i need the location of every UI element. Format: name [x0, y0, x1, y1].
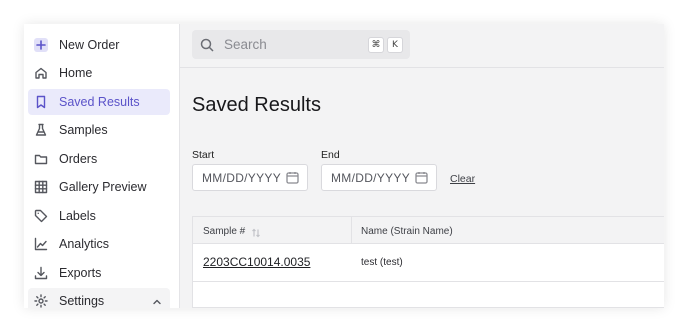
shortcut-k-key: K: [387, 37, 403, 53]
sidebar-item-exports[interactable]: Exports: [28, 260, 170, 286]
home-icon: [34, 66, 48, 80]
sidebar-item-label: Saved Results: [59, 95, 140, 109]
main-content: ⌘ K Saved Results Start End Clear Sample…: [180, 24, 664, 308]
grid-icon: [34, 180, 48, 194]
end-date-input[interactable]: [329, 169, 415, 186]
table-header: Sample # Name (Strain Name): [193, 217, 664, 244]
end-date-label: End: [321, 149, 340, 161]
sidebar-item-orders[interactable]: Orders: [28, 146, 170, 172]
folder-icon: [34, 152, 48, 166]
bookmark-icon: [34, 95, 48, 109]
sidebar-item-label: Exports: [59, 266, 102, 280]
calendar-icon[interactable]: [415, 171, 428, 184]
sidebar-item-label: Settings: [59, 294, 105, 308]
sidebar: New Order Home Saved Results Samples Ord…: [24, 24, 180, 308]
sidebar-item-labels[interactable]: Labels: [28, 203, 170, 229]
sidebar-item-label: Samples: [59, 123, 108, 137]
sidebar-item-label: Analytics: [59, 237, 110, 251]
table-row[interactable]: 2203CC10014.0035 test (test): [193, 244, 664, 282]
top-bar: ⌘ K: [180, 24, 664, 68]
sidebar-item-samples[interactable]: Samples: [28, 117, 170, 143]
download-icon: [34, 266, 48, 280]
tag-icon: [34, 209, 48, 223]
sidebar-item-home[interactable]: Home: [28, 60, 170, 86]
sidebar-item-new-order[interactable]: New Order: [28, 32, 170, 58]
sidebar-item-label: New Order: [59, 38, 120, 52]
page-title: Saved Results: [192, 94, 321, 116]
chart-icon: [34, 237, 48, 251]
sample-id-link[interactable]: 2203CC10014.0035: [203, 255, 310, 269]
results-table: Sample # Name (Strain Name) 2203CC10014.…: [192, 216, 664, 308]
shortcut-command-key: ⌘: [368, 37, 384, 53]
column-header-name[interactable]: Name (Strain Name): [361, 226, 453, 237]
sidebar-item-label: Home: [59, 66, 93, 80]
end-date-field[interactable]: [321, 164, 437, 191]
sidebar-item-label: Gallery Preview: [59, 180, 147, 194]
column-header-sample[interactable]: Sample #: [203, 226, 245, 237]
search-bar[interactable]: ⌘ K: [192, 30, 410, 59]
sort-icon[interactable]: [251, 225, 261, 238]
search-icon: [200, 38, 214, 52]
flask-icon: [34, 123, 48, 137]
search-input[interactable]: [222, 36, 356, 53]
sidebar-item-saved-results[interactable]: Saved Results: [28, 89, 170, 115]
clear-filters-link[interactable]: Clear: [450, 173, 475, 185]
start-date-input[interactable]: [200, 169, 286, 186]
column-divider: [351, 217, 352, 243]
sidebar-item-gallery-preview[interactable]: Gallery Preview: [28, 174, 170, 200]
start-date-field[interactable]: [192, 164, 308, 191]
sidebar-item-label: Orders: [59, 152, 98, 166]
plus-icon: [34, 38, 48, 52]
start-date-label: Start: [192, 149, 215, 161]
sidebar-item-settings[interactable]: Settings: [28, 288, 170, 308]
strain-name-cell: test (test): [361, 257, 403, 268]
sidebar-item-label: Labels: [59, 209, 96, 223]
app-window: New Order Home Saved Results Samples Ord…: [24, 24, 664, 308]
gear-icon: [34, 294, 48, 308]
sidebar-item-analytics[interactable]: Analytics: [28, 231, 170, 257]
calendar-icon[interactable]: [286, 171, 299, 184]
chevron-up-icon[interactable]: [152, 296, 162, 306]
